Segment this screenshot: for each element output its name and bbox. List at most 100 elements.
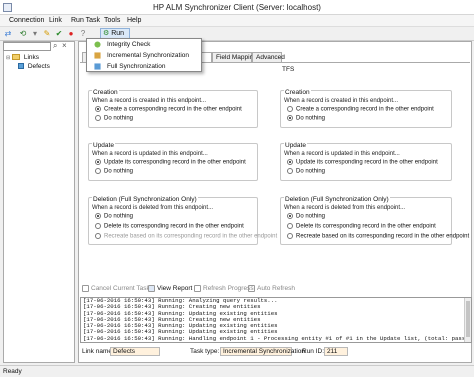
run-id-field: 211	[324, 347, 348, 356]
left-deletion-option-nothing[interactable]: Do nothing	[95, 213, 133, 220]
radio-selected-icon	[95, 213, 101, 219]
refresh-icon	[194, 284, 201, 292]
menu-item-integrity-check[interactable]: Integrity Check	[87, 39, 201, 50]
group-desc: When a record is updated in this endpoin…	[92, 151, 208, 157]
menu-item-full-sync[interactable]: Full Synchronization	[87, 61, 201, 72]
right-update-group: Update When a record is updated in this …	[280, 142, 452, 181]
right-deletion-option-delete[interactable]: Delete its corresponding record in the o…	[287, 223, 436, 230]
radio-icon	[287, 223, 293, 229]
option-label: Update its corresponding record in the o…	[296, 159, 438, 166]
auto-refresh-toggle[interactable]: Auto Refresh	[248, 283, 295, 295]
task-info-bar: Link name: Defects Task type: Incrementa…	[80, 346, 472, 358]
option-label: Update its corresponding record in the o…	[104, 159, 246, 166]
radio-icon	[287, 168, 293, 174]
option-label: Do nothing	[296, 213, 326, 220]
cancel-task-button[interactable]: Cancel Current Task	[82, 283, 150, 295]
radio-icon	[287, 106, 293, 112]
auto-refresh-label: Auto Refresh	[257, 285, 295, 292]
radio-selected-icon	[95, 106, 101, 112]
option-label: Create a corresponding record in the oth…	[296, 106, 434, 113]
menu-help[interactable]: Help	[124, 16, 144, 25]
toolbar: ⇄ ⟲ ▾ ✎ ✔ ● ? ⚙ Run ▾	[0, 27, 474, 47]
task-type-label: Task type:	[190, 348, 220, 355]
view-report-label: View Report	[157, 285, 193, 292]
right-creation-option-create[interactable]: Create a corresponding record in the oth…	[287, 106, 434, 113]
right-deletion-option-recreate[interactable]: Recreate based on its corresponding reco…	[287, 233, 469, 240]
run-icon: ⚙	[103, 30, 110, 37]
task-actions-bar: Cancel Current Task View Report Refresh …	[80, 283, 470, 295]
tab-advanced[interactable]: Advanced	[252, 52, 285, 62]
task-log[interactable]: [17-06-2016 16:50:43] Running: Analyzing…	[80, 297, 472, 343]
menu-bar: Connection Link Run Task Tools Help	[0, 15, 474, 27]
right-creation-option-nothing[interactable]: Do nothing	[287, 115, 325, 122]
left-update-option-update[interactable]: Update its corresponding record in the o…	[95, 159, 246, 166]
connect-icon[interactable]: ⇄	[3, 29, 13, 39]
left-creation-group: Creation When a record is created in thi…	[88, 89, 258, 128]
left-update-option-nothing[interactable]: Do nothing	[95, 168, 133, 175]
group-title: Update	[284, 142, 307, 149]
view-report-button[interactable]: View Report	[148, 283, 192, 295]
check-icon[interactable]: ✔	[54, 29, 64, 39]
radio-selected-icon	[95, 159, 101, 165]
group-desc: When a record is deleted from this endpo…	[284, 205, 406, 211]
tab-field-mapping[interactable]: Field Mapping	[212, 52, 257, 62]
tree-child-label: Defects	[27, 63, 50, 70]
option-label: Recreate based on its corresponding reco…	[104, 233, 278, 240]
full-sync-icon	[94, 63, 101, 70]
cancel-label: Cancel Current Task	[91, 285, 150, 292]
log-line: [17-06-2016 16:50:43] Running: Handling …	[83, 334, 472, 342]
menu-tools[interactable]: Tools	[101, 16, 123, 25]
option-label: Do nothing	[296, 115, 326, 122]
cancel-icon	[82, 284, 89, 292]
right-update-option-update[interactable]: Update its corresponding record in the o…	[287, 159, 438, 166]
stop-icon[interactable]: ●	[66, 29, 76, 39]
left-creation-option-create[interactable]: Create a corresponding record in the oth…	[95, 106, 242, 113]
search-input[interactable]	[3, 42, 51, 51]
menu-link[interactable]: Link	[46, 16, 65, 25]
task-type-field: Incremental Synchronization	[220, 347, 305, 356]
status-bar: Ready	[0, 365, 474, 377]
right-update-option-nothing[interactable]: Do nothing	[287, 168, 325, 175]
right-deletion-group: Deletion (Full Synchronization Only) Whe…	[280, 196, 469, 245]
option-label: Recreate based on its corresponding reco…	[296, 233, 470, 240]
link-name-field: Defects	[110, 347, 160, 356]
left-deletion-option-recreate: Recreate based on its corresponding reco…	[95, 233, 277, 240]
menu-run-task[interactable]: Run Task	[68, 16, 103, 25]
right-creation-group: Creation When a record is created in thi…	[280, 89, 452, 128]
search-icon[interactable]: ⌕	[53, 41, 57, 51]
scrollbar-thumb[interactable]	[466, 301, 470, 337]
clear-search-icon[interactable]: ×	[62, 41, 67, 50]
incremental-sync-icon	[94, 52, 101, 59]
log-scrollbar[interactable]	[464, 298, 471, 342]
option-label: Delete its corresponding record in the o…	[104, 223, 244, 230]
group-title: Creation	[284, 89, 311, 96]
tree-item-defects[interactable]: Defects	[6, 62, 50, 71]
menu-item-label: Integrity Check	[107, 41, 151, 48]
left-deletion-option-delete[interactable]: Delete its corresponding record in the o…	[95, 223, 244, 230]
right-deletion-option-nothing[interactable]: Do nothing	[287, 213, 325, 220]
new-link-icon[interactable]: ⟲	[18, 29, 28, 39]
option-label: Create a corresponding record in the oth…	[104, 106, 242, 113]
title-bar: HP ALM Synchronizer Client (Server: loca…	[0, 0, 474, 15]
collapse-icon[interactable]: ⊟	[6, 55, 10, 61]
radio-icon	[95, 168, 101, 174]
refresh-progress-button[interactable]: Refresh Progress	[194, 283, 254, 295]
menu-connection[interactable]: Connection	[6, 16, 47, 25]
option-label: Do nothing	[104, 213, 134, 220]
left-creation-option-nothing[interactable]: Do nothing	[95, 115, 133, 122]
dropdown-arrow-icon[interactable]: ▾	[30, 29, 40, 39]
radio-icon	[95, 115, 101, 121]
defect-link-icon	[18, 63, 24, 70]
edit-icon[interactable]: ✎	[42, 29, 52, 39]
radio-selected-icon	[287, 115, 293, 121]
tree-item-links[interactable]: ⊟ Links	[6, 53, 50, 62]
run-id-label: Run ID:	[302, 348, 325, 355]
group-title: Creation	[92, 89, 119, 96]
menu-item-incremental-sync[interactable]: Incremental Synchronization	[87, 50, 201, 61]
option-label: Do nothing	[104, 115, 134, 122]
radio-icon	[95, 223, 101, 229]
tree-root-label: Links	[23, 54, 40, 61]
folder-icon	[12, 54, 21, 61]
links-tree: ⊟ Links Defects	[6, 53, 50, 71]
group-title: Update	[92, 142, 115, 149]
